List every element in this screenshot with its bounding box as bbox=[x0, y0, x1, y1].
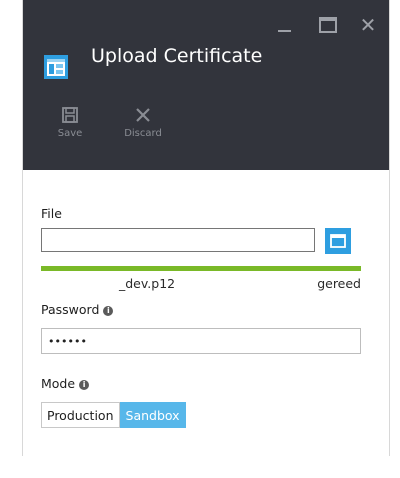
mode-label-row: Mode i bbox=[41, 376, 90, 391]
info-icon[interactable]: i bbox=[79, 380, 90, 390]
mode-label: Mode bbox=[41, 376, 76, 391]
uploaded-file-name: _dev.p12 bbox=[119, 276, 176, 291]
upload-progress-bar bbox=[41, 266, 361, 271]
upload-status: gereed bbox=[317, 276, 361, 291]
minimize-icon[interactable] bbox=[273, 14, 295, 36]
info-icon[interactable]: i bbox=[103, 306, 114, 316]
file-label: File bbox=[41, 206, 62, 221]
password-field[interactable] bbox=[41, 328, 361, 354]
password-label: Password bbox=[41, 302, 100, 317]
discard-icon bbox=[136, 108, 150, 122]
mode-toggle: Production Sandbox bbox=[41, 402, 186, 428]
close-icon[interactable]: ✕ bbox=[357, 14, 379, 36]
folder-icon bbox=[330, 234, 346, 248]
save-label: Save bbox=[57, 128, 83, 139]
blade-header: ✕ Upload Certificate Save Discard bbox=[23, 0, 389, 170]
discard-label: Discard bbox=[124, 128, 162, 139]
mode-option-production[interactable]: Production bbox=[41, 402, 120, 428]
file-path-input[interactable] bbox=[41, 228, 315, 252]
certificate-blade-icon bbox=[44, 55, 68, 79]
page-title: Upload Certificate bbox=[91, 45, 263, 67]
discard-button[interactable]: Discard bbox=[118, 106, 168, 139]
blade-content: File _dev.p12 gereed Passwordi Modei Pro… bbox=[23, 170, 389, 456]
browse-file-button[interactable] bbox=[325, 228, 351, 254]
password-label-row: Password i bbox=[41, 302, 114, 317]
upload-certificate-blade: ✕ Upload Certificate Save Discard File _… bbox=[22, 0, 390, 456]
maximize-icon[interactable] bbox=[317, 14, 339, 36]
upload-progress-fill bbox=[41, 266, 361, 271]
mode-option-sandbox[interactable]: Sandbox bbox=[119, 402, 186, 428]
save-icon bbox=[62, 107, 78, 123]
save-button[interactable]: Save bbox=[45, 106, 95, 139]
